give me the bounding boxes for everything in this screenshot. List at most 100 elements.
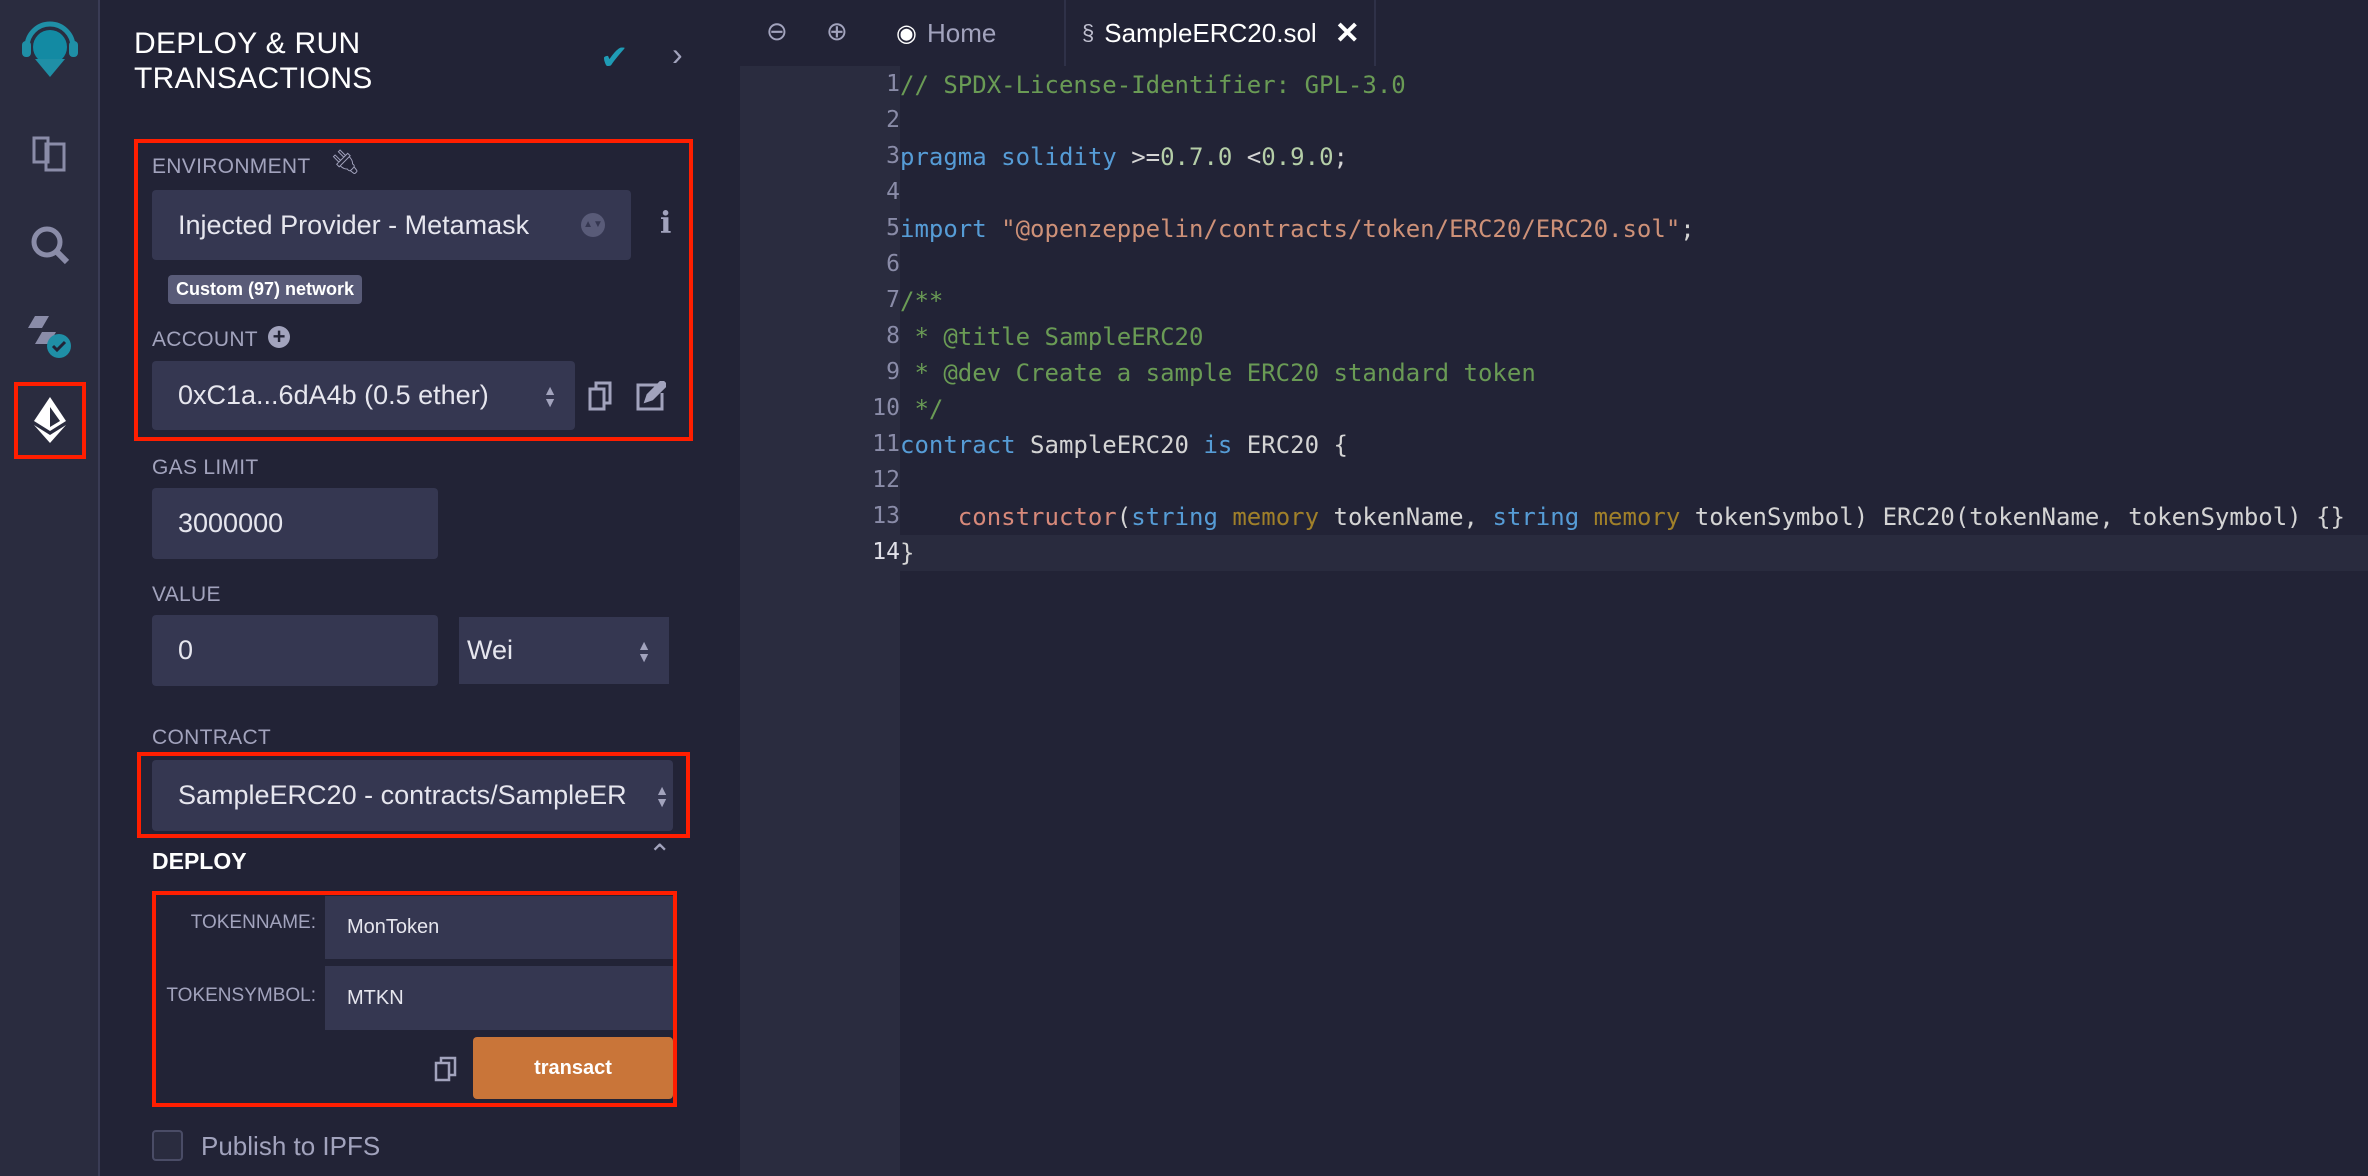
value-input[interactable]: 0 <box>152 615 438 686</box>
select-arrows-icon: ▲▼ <box>543 381 557 410</box>
code-line[interactable]: * @title SampleERC20 <box>900 319 1203 355</box>
code-token: memory <box>1593 503 1681 531</box>
code-token: >= <box>1116 143 1161 171</box>
publish-ipfs-label: Publish to IPFS <box>201 1131 381 1161</box>
plug-icon: 🔌︎ <box>330 149 361 176</box>
gas-limit-input[interactable]: 3000000 <box>152 488 438 559</box>
code-token: ; <box>1333 143 1348 171</box>
code-token: pragma solidity <box>900 143 1117 171</box>
code-token: SampleERC20 <box>1015 431 1204 459</box>
code-line[interactable]: // SPDX-License-Identifier: GPL-3.0 <box>900 67 1406 103</box>
copy-calldata-icon[interactable] <box>434 1056 458 1087</box>
contract-value: SampleERC20 - contracts/SampleER <box>178 780 627 810</box>
code-token: memory <box>1232 503 1320 531</box>
code-token: tokenName, <box>1319 503 1493 531</box>
contract-label: CONTRACT <box>152 726 272 749</box>
solidity-file-icon: § <box>1082 20 1095 45</box>
code-token: 0.9.0 <box>1261 143 1334 171</box>
account-select[interactable]: 0xC1a...6dA4b (0.5 ether) ▲ ▼ <box>152 361 575 430</box>
code-token: ERC20 { <box>1232 431 1348 459</box>
unit-value: Wei <box>467 635 514 665</box>
code-area[interactable]: // SPDX-License-Identifier: GPL-3.0 pragm… <box>740 66 2368 1176</box>
network-badge: Custom (97) network <box>168 275 363 304</box>
environment-select[interactable]: Injected Provider - Metamask ▲▼ <box>152 190 631 260</box>
tokenname-label: TOKENNAME: <box>190 912 316 933</box>
code-token: constructor <box>900 503 1117 531</box>
code-token: is <box>1203 431 1233 459</box>
account-value: 0xC1a...6dA4b (0.5 ether) <box>178 380 489 410</box>
select-arrows-icon: ▲▼ <box>637 636 651 665</box>
file-explorer-icon[interactable] <box>20 122 80 182</box>
code-token: < <box>1232 143 1262 171</box>
environment-value: Injected Provider - Metamask <box>178 209 530 240</box>
code-token: * @dev Create a sample ERC20 standard to… <box>900 359 1536 387</box>
search-icon[interactable] <box>20 215 80 275</box>
code-line[interactable]: */ <box>900 391 943 427</box>
icon-sidebar <box>0 0 100 1176</box>
code-token: contract <box>900 431 1016 459</box>
add-account-icon[interactable]: + <box>268 326 290 348</box>
environment-label: ENVIRONMENT <box>152 155 311 178</box>
code-token: "@openzeppelin/contracts/token/ERC20/ERC… <box>1001 215 1681 243</box>
chevron-right-icon[interactable]: › <box>672 36 683 73</box>
deploy-run-panel: DEPLOY & RUN TRANSACTIONS ✔ › ENVIRONMENT… <box>102 0 836 1176</box>
code-editor: ⊖ ⊕ ◉ Home § SampleERC20.sol ✕ 1 2 3 4 5 6 7 8 9 10 1… <box>740 0 2368 1176</box>
value-label: VALUE <box>152 583 221 606</box>
title-line-1: DEPLOY & RUN <box>134 27 361 60</box>
solidity-compiler-icon[interactable] <box>20 305 80 365</box>
code-token: import <box>900 215 987 243</box>
current-line-highlight <box>900 535 2368 571</box>
tab-label: SampleERC20.sol <box>1104 17 1317 48</box>
code-line[interactable]: * @dev Create a sample ERC20 standard to… <box>900 355 1536 391</box>
transact-button[interactable]: transact <box>473 1037 673 1099</box>
copy-address-icon[interactable] <box>588 381 614 416</box>
tokenname-input[interactable]: MonToken <box>325 896 673 959</box>
code-token: } <box>900 539 915 567</box>
close-icon[interactable]: ✕ <box>1335 16 1360 51</box>
unit-select[interactable]: Wei ▲ ▼ <box>459 617 669 684</box>
code-line[interactable]: pragma solidity >=0.7.0 <0.9.0; <box>900 139 1348 175</box>
info-icon[interactable]: i <box>660 206 671 241</box>
code-line[interactable]: /** <box>900 283 943 319</box>
chevron-up-icon[interactable]: ⌃ <box>648 838 671 871</box>
code-token: /** <box>900 287 944 315</box>
code-token: string <box>1492 503 1580 531</box>
gas-limit-label: GAS LIMIT <box>152 456 259 479</box>
publish-ipfs-checkbox[interactable] <box>152 1130 183 1161</box>
code-token: 0.7.0 <box>1160 143 1233 171</box>
check-icon: ✔ <box>600 39 629 77</box>
code-token: */ <box>900 395 944 423</box>
tab-label: Home <box>926 17 997 48</box>
deploy-heading: DEPLOY <box>152 848 247 874</box>
deploy-run-icon[interactable] <box>20 390 80 450</box>
home-icon: ◉ <box>896 19 917 47</box>
remix-logo-icon[interactable] <box>20 14 80 84</box>
code-line[interactable]: contract SampleERC20 is ERC20 { <box>900 427 1348 463</box>
code-token: // SPDX-License-Identifier: GPL-3.0 <box>900 71 1406 99</box>
contract-select[interactable]: SampleERC20 - contracts/SampleER ▲ ▼ <box>152 760 673 831</box>
code-token: tokenSymbol) ERC20(tokenName, tokenSymbo… <box>1680 503 2345 531</box>
code-line[interactable]: constructor(string memory tokenName, str… <box>900 499 2345 535</box>
title-line-2: TRANSACTIONS <box>134 62 373 95</box>
account-label: ACCOUNT <box>152 328 258 351</box>
tokensymbol-input[interactable]: MTKN <box>325 966 673 1030</box>
editor-tabs: ⊖ ⊕ ◉ Home § SampleERC20.sol ✕ <box>740 0 2368 66</box>
tab-home[interactable]: ◉ Home <box>896 0 996 66</box>
select-arrows-icon: ▲▼ <box>655 781 669 810</box>
tab-divider <box>1374 0 1376 66</box>
code-token: * @title SampleERC20 <box>900 323 1204 351</box>
code-token: string <box>1131 503 1218 531</box>
tokensymbol-label: TOKENSYMBOL: <box>166 985 316 1006</box>
code-token: ; <box>1680 215 1695 243</box>
tab-divider <box>1064 0 1066 66</box>
code-line[interactable]: } <box>900 535 914 571</box>
code-token: ( <box>1116 503 1132 531</box>
edit-icon[interactable] <box>636 378 669 416</box>
tab-sampleerc20[interactable]: § SampleERC20.sol ✕ <box>1082 0 1360 66</box>
zoom-out-icon[interactable]: ⊖ <box>766 16 788 47</box>
zoom-in-icon[interactable]: ⊕ <box>826 16 848 47</box>
code-line[interactable]: import "@openzeppelin/contracts/token/ER… <box>900 211 1695 247</box>
